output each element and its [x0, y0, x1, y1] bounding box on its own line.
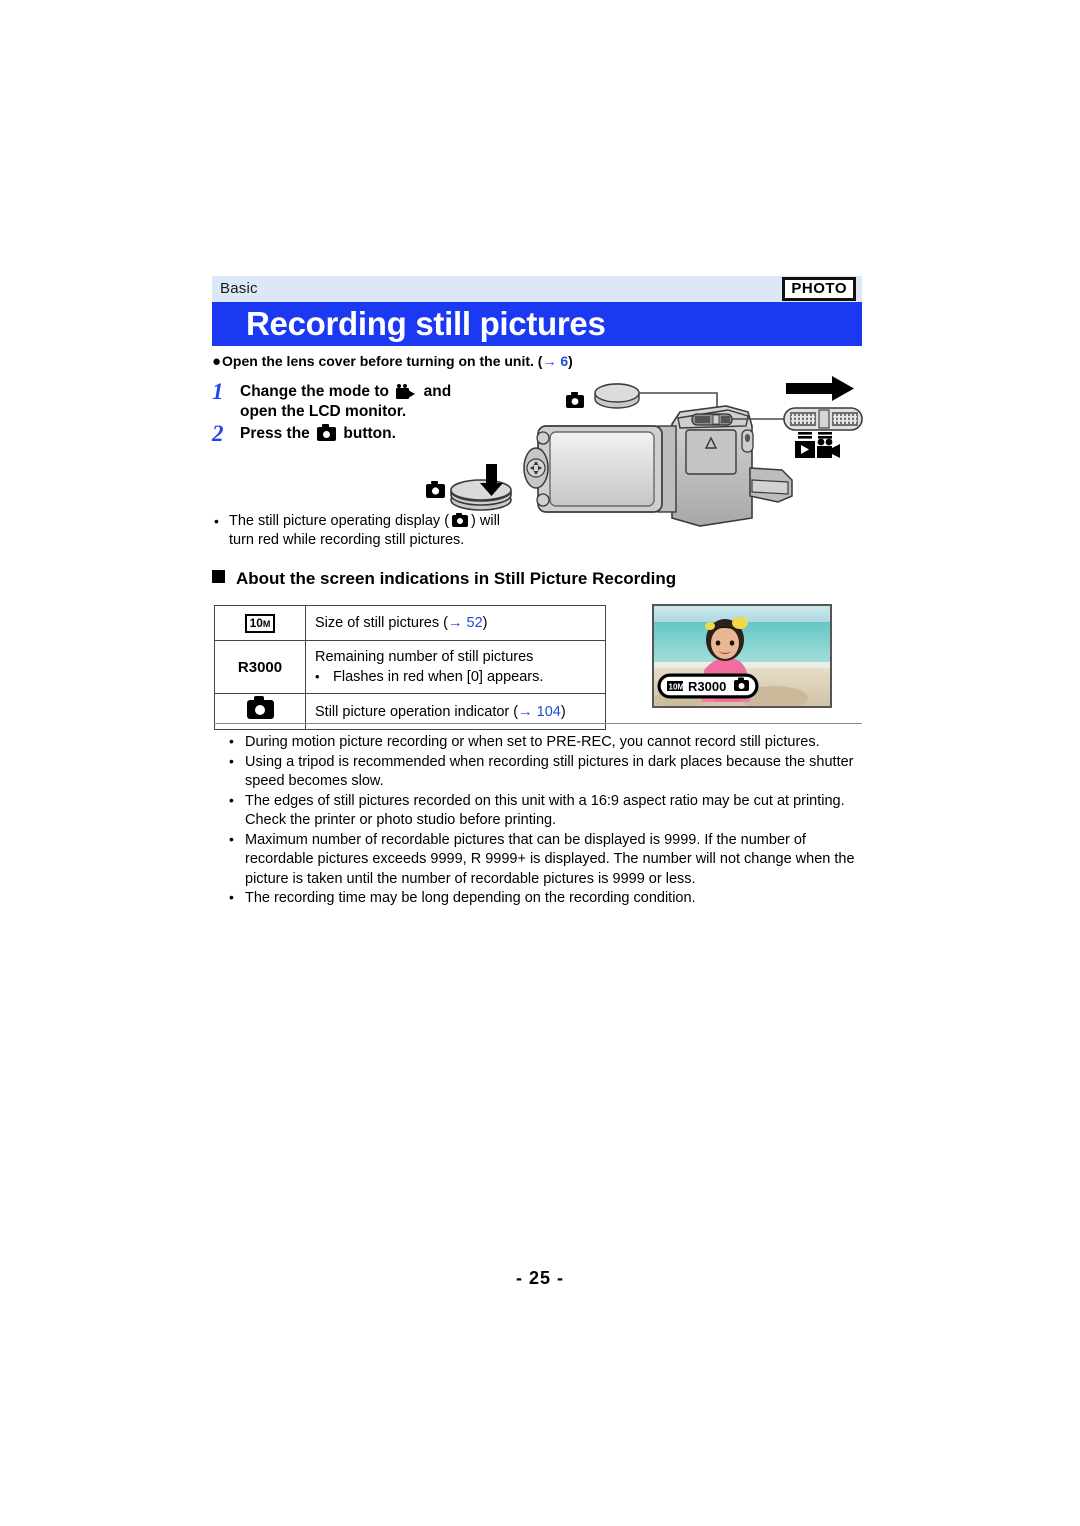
row-2-icon-cell: R3000 [214, 640, 306, 694]
page-reference: 104 [536, 703, 561, 720]
svg-text:10M: 10M [669, 682, 685, 691]
step-1: 1 Change the mode to and open the LCD mo… [212, 379, 532, 422]
note-text: The recording time may be long depending… [245, 890, 696, 906]
manual-page: Basic PHOTO Recording still pictures ●Op… [0, 0, 1080, 1526]
arrow-icon: → [542, 353, 557, 369]
lens-cap [594, 383, 640, 409]
row-2-sub-bullet-line: • Flashes in red when [0] appears. [315, 667, 597, 687]
note-text: During motion picture recording or when … [245, 734, 820, 750]
step-2-text-part1: Press the [240, 425, 310, 442]
row-2-sub-text: Flashes in red when [0] appears. [333, 669, 544, 685]
steps-list: 1 Change the mode to and open the LCD mo… [212, 379, 532, 450]
note-text: Maximum number of recordable pictures th… [245, 831, 855, 887]
row-3-desc-after: ) [560, 703, 566, 720]
page-number: - 25 - [515, 1268, 564, 1288]
bullet-dot: • [229, 889, 234, 905]
header-strip: Basic PHOTO [212, 276, 862, 302]
photo-badge: PHOTO [782, 277, 856, 301]
size-10m-value: 10 [249, 615, 263, 630]
page-reference: 52 [466, 615, 483, 631]
row-1-icon-cell: 10M [214, 605, 306, 641]
section-label: Basic [220, 280, 258, 297]
section-heading: About the screen indications in Still Pi… [212, 568, 676, 590]
note-item: • Using a tripod is recommended when reco… [228, 753, 864, 792]
horizontal-divider [214, 723, 862, 724]
bullet-dot: • [229, 830, 234, 847]
bullet-dot: ● [212, 353, 222, 370]
step-1-number: 1 [212, 379, 224, 404]
screen-indications-table: 10M Size of still pictures (→ 52) R3000 … [214, 605, 606, 730]
lead-note-text-after: ) [568, 353, 573, 369]
movie-mode-icon [396, 384, 416, 399]
sub-note-part2: ) will [471, 513, 501, 529]
note-item: • The recording time may be long dependin… [228, 889, 864, 909]
arrow-icon: → [447, 615, 463, 631]
bullet-dot: • [214, 513, 219, 529]
row-3-desc-cell: Still picture operation indicator (→ 104… [305, 693, 606, 730]
camcorder-svg [523, 376, 863, 527]
sample-photo-svg: 10M R3000 [654, 606, 830, 706]
section-heading-text: About the screen indications in Still Pi… [236, 569, 677, 588]
mode-switch-callout [783, 407, 863, 431]
step-1-text-part1: Change the mode to [240, 383, 389, 400]
notes-list: • During motion picture recording or when… [228, 733, 864, 909]
header-bar: Recording still pictures [212, 302, 862, 346]
page-title: Recording still pictures [246, 305, 606, 342]
step-2: 2 Press the button. [212, 421, 532, 448]
sub-note-part1: The still picture operating display ( [229, 513, 450, 529]
photo-button-icon-small [426, 481, 445, 498]
lead-note-text: Open the lens cover before turning on th… [222, 353, 543, 369]
osd-overlay: 10M R3000 [657, 673, 759, 699]
note-item: • During motion picture recording or when… [228, 733, 864, 753]
playback-icon [795, 441, 815, 458]
mode-icons-group [795, 432, 840, 458]
step-2-text: Press the button. [240, 424, 532, 444]
table-row: Still picture operation indicator (→ 104… [214, 693, 606, 730]
photo-button-icon [317, 424, 337, 441]
size-10m-icon: 10M [244, 613, 276, 633]
note-item: • The edges of still pictures recorded on… [228, 792, 864, 831]
row-2-desc: Remaining number of still pictures [315, 649, 534, 665]
row-3-icon-cell [214, 693, 306, 730]
step-1-text-part2: and [423, 383, 452, 400]
photo-button-icon-top [566, 392, 584, 408]
bullet-dot: • [229, 733, 234, 749]
bullet-dot: • [315, 669, 320, 684]
size-10m-unit: M [262, 618, 271, 629]
movie-mode-icon [817, 438, 840, 458]
table-row: 10M Size of still pictures (→ 52) [214, 605, 606, 641]
square-bullet-icon [212, 570, 225, 583]
sample-photo-thumbnail: 10M R3000 [652, 604, 832, 708]
sub-note-text: The still picture operating display ( ) w… [229, 512, 532, 550]
photo-indicator-icon [246, 696, 274, 719]
note-text: Using a tripod is recommended when recor… [245, 753, 854, 790]
step-2-text-part2: button. [343, 425, 396, 442]
step-1-text-line2: open the LCD monitor. [240, 403, 407, 420]
step-2-number: 2 [212, 421, 224, 446]
right-arrow-icon [786, 376, 854, 401]
note-text: The edges of still pictures recorded on … [245, 792, 845, 829]
sub-note: • The still picture operating display ()… [212, 512, 532, 550]
note-item: • Maximum number of recordable pictures t… [228, 831, 864, 890]
row-3-desc: Still picture operation indicator ( [315, 703, 519, 720]
mode-switch-on-body [691, 413, 733, 426]
row-1-desc-cell: Size of still pictures (→ 52) [305, 605, 606, 641]
bullet-dot: • [229, 752, 234, 769]
photo-button-icon [452, 512, 469, 527]
row-1-desc-after: ) [482, 615, 488, 631]
page-reference: 6 [560, 353, 569, 369]
row-2-desc-cell: Remaining number of still pictures • Flas… [305, 640, 606, 694]
camcorder-illustration [520, 368, 870, 540]
bullet-dot: • [229, 791, 234, 808]
arrow-icon: → [518, 703, 533, 720]
table-row: R3000 Remaining number of still pictures… [214, 640, 606, 694]
sub-note-line2: turn red while recording still pictures. [229, 532, 465, 548]
row-1-desc: Size of still pictures ( [315, 615, 448, 631]
svg-text:R3000: R3000 [688, 679, 726, 694]
step-1-text: Change the mode to and open the LCD moni… [240, 382, 532, 422]
